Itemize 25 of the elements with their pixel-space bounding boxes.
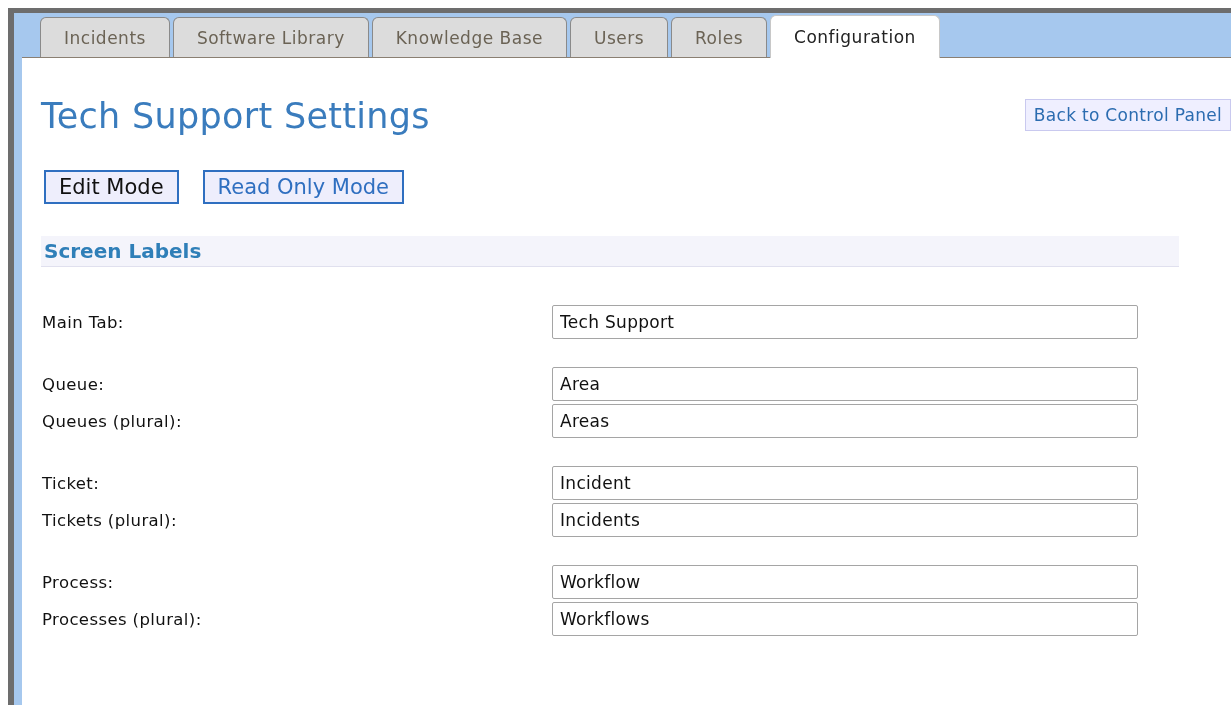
tab[interactable]: Software Library [172,17,369,57]
input-field[interactable]: Tech Support [552,305,1138,339]
input-field[interactable]: Areas [552,404,1138,438]
field-label: Processes (plural): [42,609,203,629]
tab[interactable]: Users [569,17,669,57]
back-link[interactable]: Back to Control Panel [1024,99,1231,131]
page-title: Tech Support Settings [41,96,430,136]
field-label: Queue: [42,374,106,394]
field-label: Process: [42,572,115,592]
tab[interactable]: Configuration [770,15,940,58]
mode-button[interactable]: Edit Mode [44,170,179,204]
mode-button[interactable]: Read Only Mode [202,170,404,204]
field-label: Ticket: [42,473,101,493]
field-label: Main Tab: [42,312,125,332]
input-field[interactable]: Incidents [552,503,1138,537]
field-label: Tickets (plural): [42,510,178,530]
input-field[interactable]: Incident [552,466,1138,500]
field-label: Queues (plural): [42,411,183,431]
tab[interactable]: Roles [671,17,768,57]
input-field[interactable]: Workflow [552,565,1138,599]
input-field[interactable]: Area [552,367,1138,401]
tab[interactable]: Knowledge Base [371,17,567,57]
tab[interactable]: Incidents [40,17,170,57]
section-title: Screen Labels [44,239,202,263]
input-field[interactable]: Workflows [552,602,1138,636]
